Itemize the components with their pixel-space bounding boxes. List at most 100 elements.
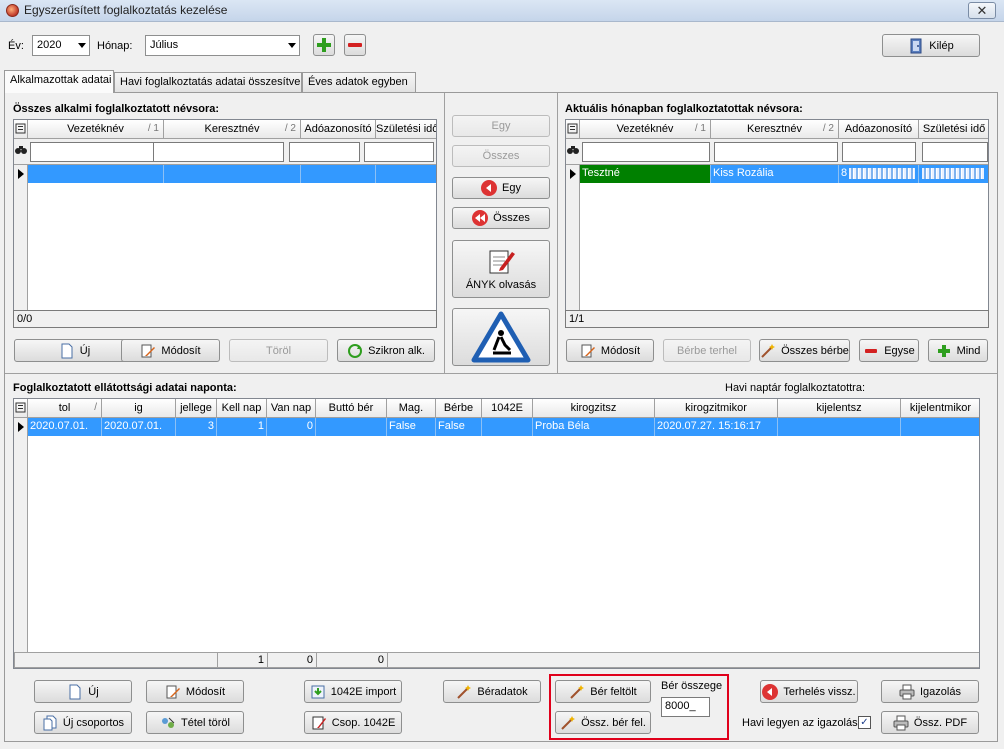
remove-month-button[interactable]: [344, 34, 366, 56]
cell-tax-id: 8: [839, 165, 919, 183]
tab-yearly-data[interactable]: Éves adatok egyben: [302, 72, 416, 92]
grid-settings-icon[interactable]: [14, 399, 28, 418]
col-to-wage[interactable]: Bérbe: [436, 399, 482, 418]
col-gross-wage[interactable]: Buttó bér: [316, 399, 387, 418]
right-record-counter: 1/1: [565, 310, 989, 328]
col-1042e[interactable]: 1042E: [482, 399, 533, 418]
charge-to-wage-button[interactable]: Bérbe terhel: [663, 339, 751, 362]
year-select[interactable]: 2020: [32, 35, 90, 56]
col-birth-date[interactable]: Születési idő: [919, 120, 988, 139]
wage-amount-input[interactable]: 8000_: [661, 697, 710, 717]
exit-button[interactable]: Kilép: [882, 34, 980, 57]
edit-record-button[interactable]: Módosít: [146, 680, 244, 703]
tab-employees[interactable]: Alkalmazottak adatai: [4, 70, 114, 93]
move-all-right-button[interactable]: Összes: [452, 145, 550, 167]
total-wage-upload-button[interactable]: Össz. bér fel.: [555, 711, 651, 734]
new-group-button[interactable]: Új csoportos: [34, 711, 132, 734]
plus-icon: [316, 37, 332, 53]
grid-settings-icon[interactable]: [566, 120, 580, 139]
col-reported-by[interactable]: kijelentsz: [778, 399, 901, 418]
chevron-down-icon: [78, 43, 86, 48]
daily-data-grid[interactable]: tol / ig jellege Kell nap Van nap Buttó b…: [13, 398, 980, 669]
filter-first-name-input[interactable]: [153, 142, 284, 162]
col-first-name[interactable]: Keresztnév/ 2: [164, 120, 301, 139]
import-1042e-button[interactable]: 1042E import: [304, 680, 402, 703]
road-works-icon: [471, 311, 531, 363]
table-row[interactable]: 2020.07.01. 2020.07.01. 3 1 0 False Fals…: [28, 418, 979, 436]
wage-data-button[interactable]: Béradatok: [443, 680, 541, 703]
col-required-days[interactable]: Kell nap: [217, 399, 267, 418]
filter-row: [14, 139, 436, 165]
divider: [557, 93, 558, 373]
col-existing-days[interactable]: Van nap: [267, 399, 316, 418]
check-all-button[interactable]: Mind: [928, 339, 988, 362]
cell-recorded-by: Proba Béla: [533, 418, 655, 436]
table-row[interactable]: Tesztné Kiss Rozália 8: [580, 165, 988, 183]
redacted-value: [922, 168, 984, 179]
magic-wand-icon: [560, 715, 576, 731]
current-row-icon: [18, 169, 24, 179]
all-to-wage-button[interactable]: Összes bérbe: [759, 339, 850, 362]
delete-employee-button[interactable]: Töröl: [229, 339, 328, 362]
monthly-certificate-checkbox[interactable]: ✓: [858, 716, 871, 729]
move-one-right-button[interactable]: Egy: [452, 115, 550, 137]
col-recorded-by[interactable]: kirogzitsz: [533, 399, 655, 418]
col-last-name[interactable]: Vezetéknév/ 1: [580, 120, 711, 139]
charge-back-button[interactable]: Terhelés vissz.: [760, 680, 858, 703]
tab-monthly-summary[interactable]: Havi foglalkoztatás adatai összesítve: [114, 72, 302, 92]
filter-birth-date-input[interactable]: [364, 142, 434, 162]
col-recorded-at[interactable]: kirogzitmikor: [655, 399, 778, 418]
col-mag[interactable]: Mag.: [387, 399, 436, 418]
close-button[interactable]: ✕: [968, 2, 996, 19]
grid-settings-icon[interactable]: [14, 120, 28, 139]
all-employees-grid[interactable]: Vezetéknév/ 1 Keresztnév/ 2 Adóazonosító…: [13, 119, 437, 311]
window-title: Egyszerűsített foglalkoztatás kezelése: [24, 3, 228, 17]
col-first-name[interactable]: Keresztnév/ 2: [711, 120, 839, 139]
warning-sign-button[interactable]: [452, 308, 550, 366]
printer-icon: [899, 684, 915, 700]
year-value: 2020: [37, 39, 62, 51]
document-icon: [59, 343, 75, 359]
new-record-button[interactable]: Új: [34, 680, 132, 703]
col-tax-id[interactable]: Adóazonosító: [301, 120, 376, 139]
current-month-grid[interactable]: Vezetéknév/ 1 Keresztnév/ 2 Adóazonosító…: [565, 119, 989, 311]
binoculars-icon: [15, 145, 27, 158]
add-month-button[interactable]: [313, 34, 335, 56]
col-type[interactable]: jellege: [176, 399, 217, 418]
edit-month-employee-button[interactable]: Módosít: [566, 339, 654, 362]
minus-icon: [347, 37, 363, 53]
total-pdf-button[interactable]: Össz. PDF: [881, 711, 979, 734]
cell-birth-date: [919, 165, 988, 183]
uncheck-one-button[interactable]: Egyse: [859, 339, 919, 362]
wage-upload-button[interactable]: Bér feltölt: [555, 680, 651, 703]
cell-reported-by: [778, 418, 901, 436]
anyk-read-button[interactable]: ÁNYK olvasás: [452, 240, 550, 298]
new-employee-button[interactable]: Új: [14, 339, 135, 362]
col-last-name[interactable]: Vezetéknév/ 1: [28, 120, 164, 139]
col-from[interactable]: tol /: [28, 399, 102, 418]
sum-required-days: 1: [218, 653, 268, 667]
move-one-left-button[interactable]: Egy: [452, 177, 550, 199]
month-select[interactable]: Július: [145, 35, 300, 56]
filter-tax-id-input[interactable]: [289, 142, 360, 162]
cell-to: 2020.07.01.: [102, 418, 176, 436]
filter-last-name-input[interactable]: [30, 142, 163, 162]
edit-employee-button[interactable]: Módosít: [121, 339, 220, 362]
certificate-button[interactable]: Igazolás: [881, 680, 979, 703]
col-tax-id[interactable]: Adóazonosító: [839, 120, 919, 139]
arrow-left-icon: [481, 180, 498, 196]
sync-button[interactable]: Szikron alk.: [337, 339, 435, 362]
move-all-left-button[interactable]: Összes: [452, 207, 550, 229]
group-1042e-button[interactable]: Csop. 1042E: [304, 711, 402, 734]
filter-last-name-input[interactable]: [582, 142, 710, 162]
col-to[interactable]: ig: [102, 399, 176, 418]
delete-item-button[interactable]: Tétel töröl: [146, 711, 244, 734]
filter-birth-date-input[interactable]: [922, 142, 988, 162]
edit-icon: [580, 343, 596, 359]
col-birth-date[interactable]: Születési idő: [376, 120, 436, 139]
table-row[interactable]: [28, 165, 436, 183]
filter-tax-id-input[interactable]: [842, 142, 916, 162]
filter-first-name-input[interactable]: [714, 142, 838, 162]
col-reported-at[interactable]: kijelentmikor: [901, 399, 979, 418]
filter-row: [566, 139, 988, 165]
